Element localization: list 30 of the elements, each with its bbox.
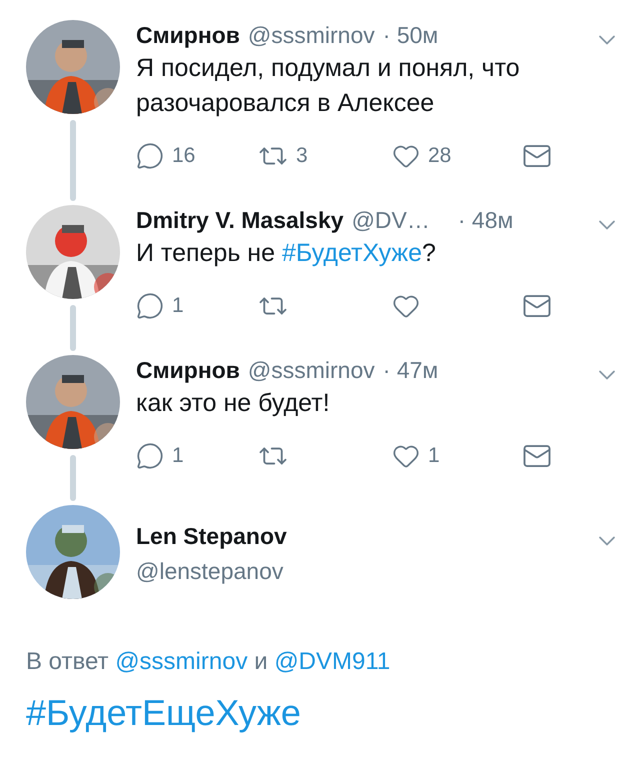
thread-line [70,305,76,351]
like-button[interactable]: 28 [392,142,452,170]
speech-bubble-icon [136,292,164,320]
reply-button[interactable]: 16 [136,142,196,170]
tweet-text: как это не будет! [136,388,331,419]
author-handle: @sssmirnov [248,22,375,49]
author-name: Смирнов [136,22,240,49]
author-name: Dmitry V. Masalsky [136,207,344,234]
reply-to-text: В ответ @sssmirnov и @DVM911 [26,647,392,677]
speech-bubble-icon [136,142,164,170]
author-name: Смирнов [136,357,240,384]
mention-link[interactable]: @DVM911 [274,648,390,675]
author-handle: @sssmirnov [248,357,375,384]
reply-button[interactable]: 1 [136,442,184,470]
speech-bubble-icon [136,442,164,470]
like-button[interactable]: 1 [392,442,440,470]
tweet-time: · 50м [382,22,438,49]
author-handle: @DV… [352,207,430,234]
author-handle: @lenstepanov [136,558,284,585]
hashtag-link[interactable]: #БудетХуже [282,239,422,267]
thread-line [70,455,76,501]
hashtag-link[interactable]: #БудетЕщеХуже [26,692,301,733]
author-name: Len Stepanov [136,523,287,549]
tweet-time: · 47м [382,357,438,384]
tweet-text: Я посидел, подумал и понял, что разочаровался в Алексее [136,53,521,119]
reply-button[interactable]: 1 [136,292,184,320]
tweet-text: И теперь не #БудетХуже? [136,238,437,269]
mention-link[interactable]: @sssmirnov [115,648,248,675]
tweet-time: · 48м [458,207,514,234]
retweet-button[interactable]: 3 [258,141,308,171]
